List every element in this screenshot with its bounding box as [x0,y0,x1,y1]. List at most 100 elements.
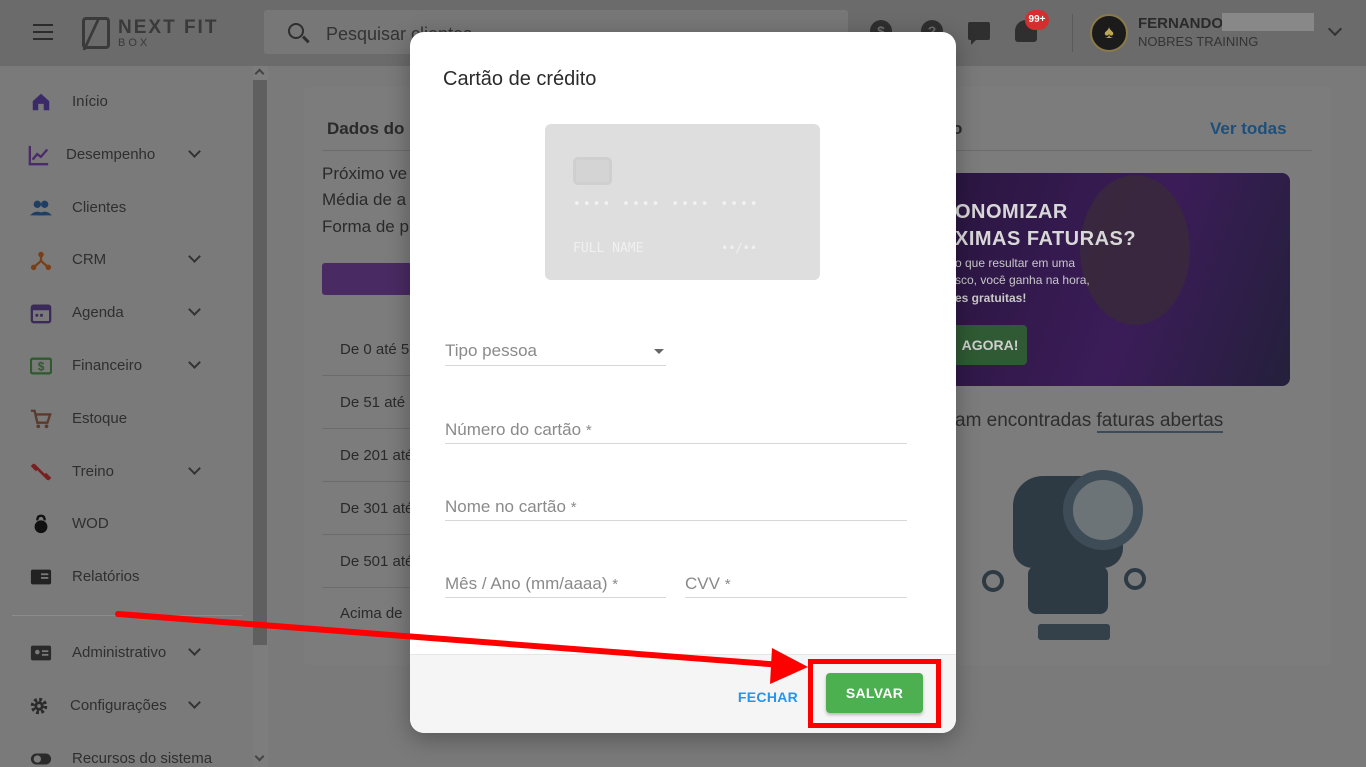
row-divider [322,375,410,376]
sidebar-divider [12,615,242,616]
chevron-down-icon [188,303,201,316]
promo-text: sco, você ganha na hora, [955,273,1090,287]
search-icon [288,23,304,39]
sidebar-item-label: Clientes [72,199,127,216]
sidebar-item-label: Financeiro [72,357,143,374]
range-row: De 201 até [340,447,414,464]
chevron-down-icon [188,462,201,475]
app-logo[interactable]: NEXT FIT BOX [82,16,218,50]
chevron-down-icon [188,250,201,263]
expiry-field[interactable]: Mês / Ano (mm/aaaa) * [445,569,666,598]
sidebar-item-label: Agenda [72,304,124,321]
close-button[interactable]: FECHAR [730,685,806,709]
sidebar-item-label: Relatórios [72,568,140,585]
cart-icon [30,409,52,429]
card-name-field[interactable]: Nome no cartão * [445,492,907,521]
avatar[interactable] [1090,14,1128,52]
section-divider [956,150,1312,151]
sidebar-item-estoque[interactable]: Estoque [0,399,250,439]
sidebar-item-financeiro[interactable]: $ Financeiro [0,346,250,386]
sidebar-item-label: Configurações [70,697,167,714]
no-invoices-message: am encontradas faturas abertas [955,410,1224,433]
annotation-highlight-box [808,659,941,728]
section-divider [322,150,410,151]
sidebar-item-clientes[interactable]: Clientes [0,188,250,228]
user-organization: NOBRES TRAINING [1138,34,1259,49]
range-row: De 301 até [340,500,414,517]
sidebar-item-crm[interactable]: CRM [0,240,250,280]
magnifier-illustration [1063,470,1143,550]
sidebar-scrollbar-thumb[interactable] [253,80,267,645]
notification-badge: 99+ [1025,10,1049,30]
expiry-label: Mês / Ano (mm/aaaa) [445,574,608,593]
promo-text: o que resultar em uma [955,256,1076,270]
sidebar-item-label: CRM [72,251,107,268]
chevron-down-icon[interactable] [1327,21,1343,37]
sidebar-item-label: Treino [72,463,114,480]
range-row: De 51 até [340,394,406,411]
card-name-label: Nome no cartão [445,497,566,516]
user-name[interactable]: FERNANDO [1138,15,1223,32]
sidebar-item-treino[interactable]: Treino [0,452,250,492]
required-mark: * [585,422,592,439]
card-chip-icon [573,157,612,185]
range-row: De 501 até [340,553,414,570]
logo-mark-icon [82,17,110,49]
crm-icon [30,251,52,271]
toggle-icon [30,753,52,765]
chevron-down-icon [188,643,201,656]
card-number-field[interactable]: Número do cartão * [445,415,907,444]
info-line: Forma de p [322,217,409,236]
kettlebell-icon [34,514,48,534]
menu-icon[interactable] [33,24,53,40]
dumbbell-icon [30,463,52,481]
promo-headline: XIMAS FATURAS? [955,228,1137,250]
card-number-label: Número do cartão [445,420,582,439]
see-all-link[interactable]: Ver todas [1210,119,1287,139]
chevron-down-icon [188,356,201,369]
primary-action-button[interactable] [322,263,412,295]
range-row: Acima de [340,605,403,622]
gear-icon [30,697,48,715]
redacted-surname [1222,13,1314,31]
chevron-down-icon [188,696,201,709]
required-mark: * [570,499,577,516]
row-divider [322,587,410,588]
sidebar-item-administrativo[interactable]: Administrativo [0,633,250,673]
robot-body-illustration [1028,566,1108,614]
sidebar-item-agenda[interactable]: Agenda [0,293,250,333]
svg-text:$: $ [38,360,45,374]
sidebar-item-wod[interactable]: WOD [0,504,250,544]
chat-icon[interactable] [968,22,990,45]
sidebar-item-inicio[interactable]: Início [0,82,250,122]
dialog-title: Cartão de crédito [443,68,597,90]
sidebar-item-label: Estoque [72,410,128,427]
id-card-icon [30,645,52,661]
person-type-select[interactable]: Tipo pessoa [445,336,666,366]
required-mark: * [612,576,619,593]
caret-down-icon [654,349,664,354]
card-expiry-preview: ••/•• [721,241,758,255]
robot-base-illustration [1038,624,1110,640]
sidebar-item-label: WOD [72,515,109,532]
open-invoices-link[interactable]: faturas abertas [1096,410,1224,433]
sidebar-item-relatorios[interactable]: Relatórios [0,557,250,597]
row-divider [322,534,410,535]
promo-button[interactable]: AGORA! [953,325,1027,365]
row-divider [322,428,410,429]
row-divider [322,481,410,482]
sidebar-item-desempenho[interactable]: Desempenho [0,135,250,175]
report-icon [30,569,52,585]
card-number-preview: •••• •••• •••• •••• [573,197,760,212]
logo-sub-text: BOX [118,36,151,49]
card-name-preview: FULL NAME [573,241,644,256]
info-line: Média de a [322,190,407,209]
sidebar-item-label: Recursos do sistema [72,750,213,767]
topbar-divider [1072,14,1073,52]
sidebar-item-configuracoes[interactable]: Configurações [0,686,250,726]
robot-arm-illustration [1124,568,1146,590]
robot-arm-illustration [982,570,1004,592]
info-line: Próximo ve [322,164,408,183]
cvv-field[interactable]: CVV * [685,569,907,598]
sidebar-item-recursos[interactable]: Recursos do sistema [0,739,250,767]
